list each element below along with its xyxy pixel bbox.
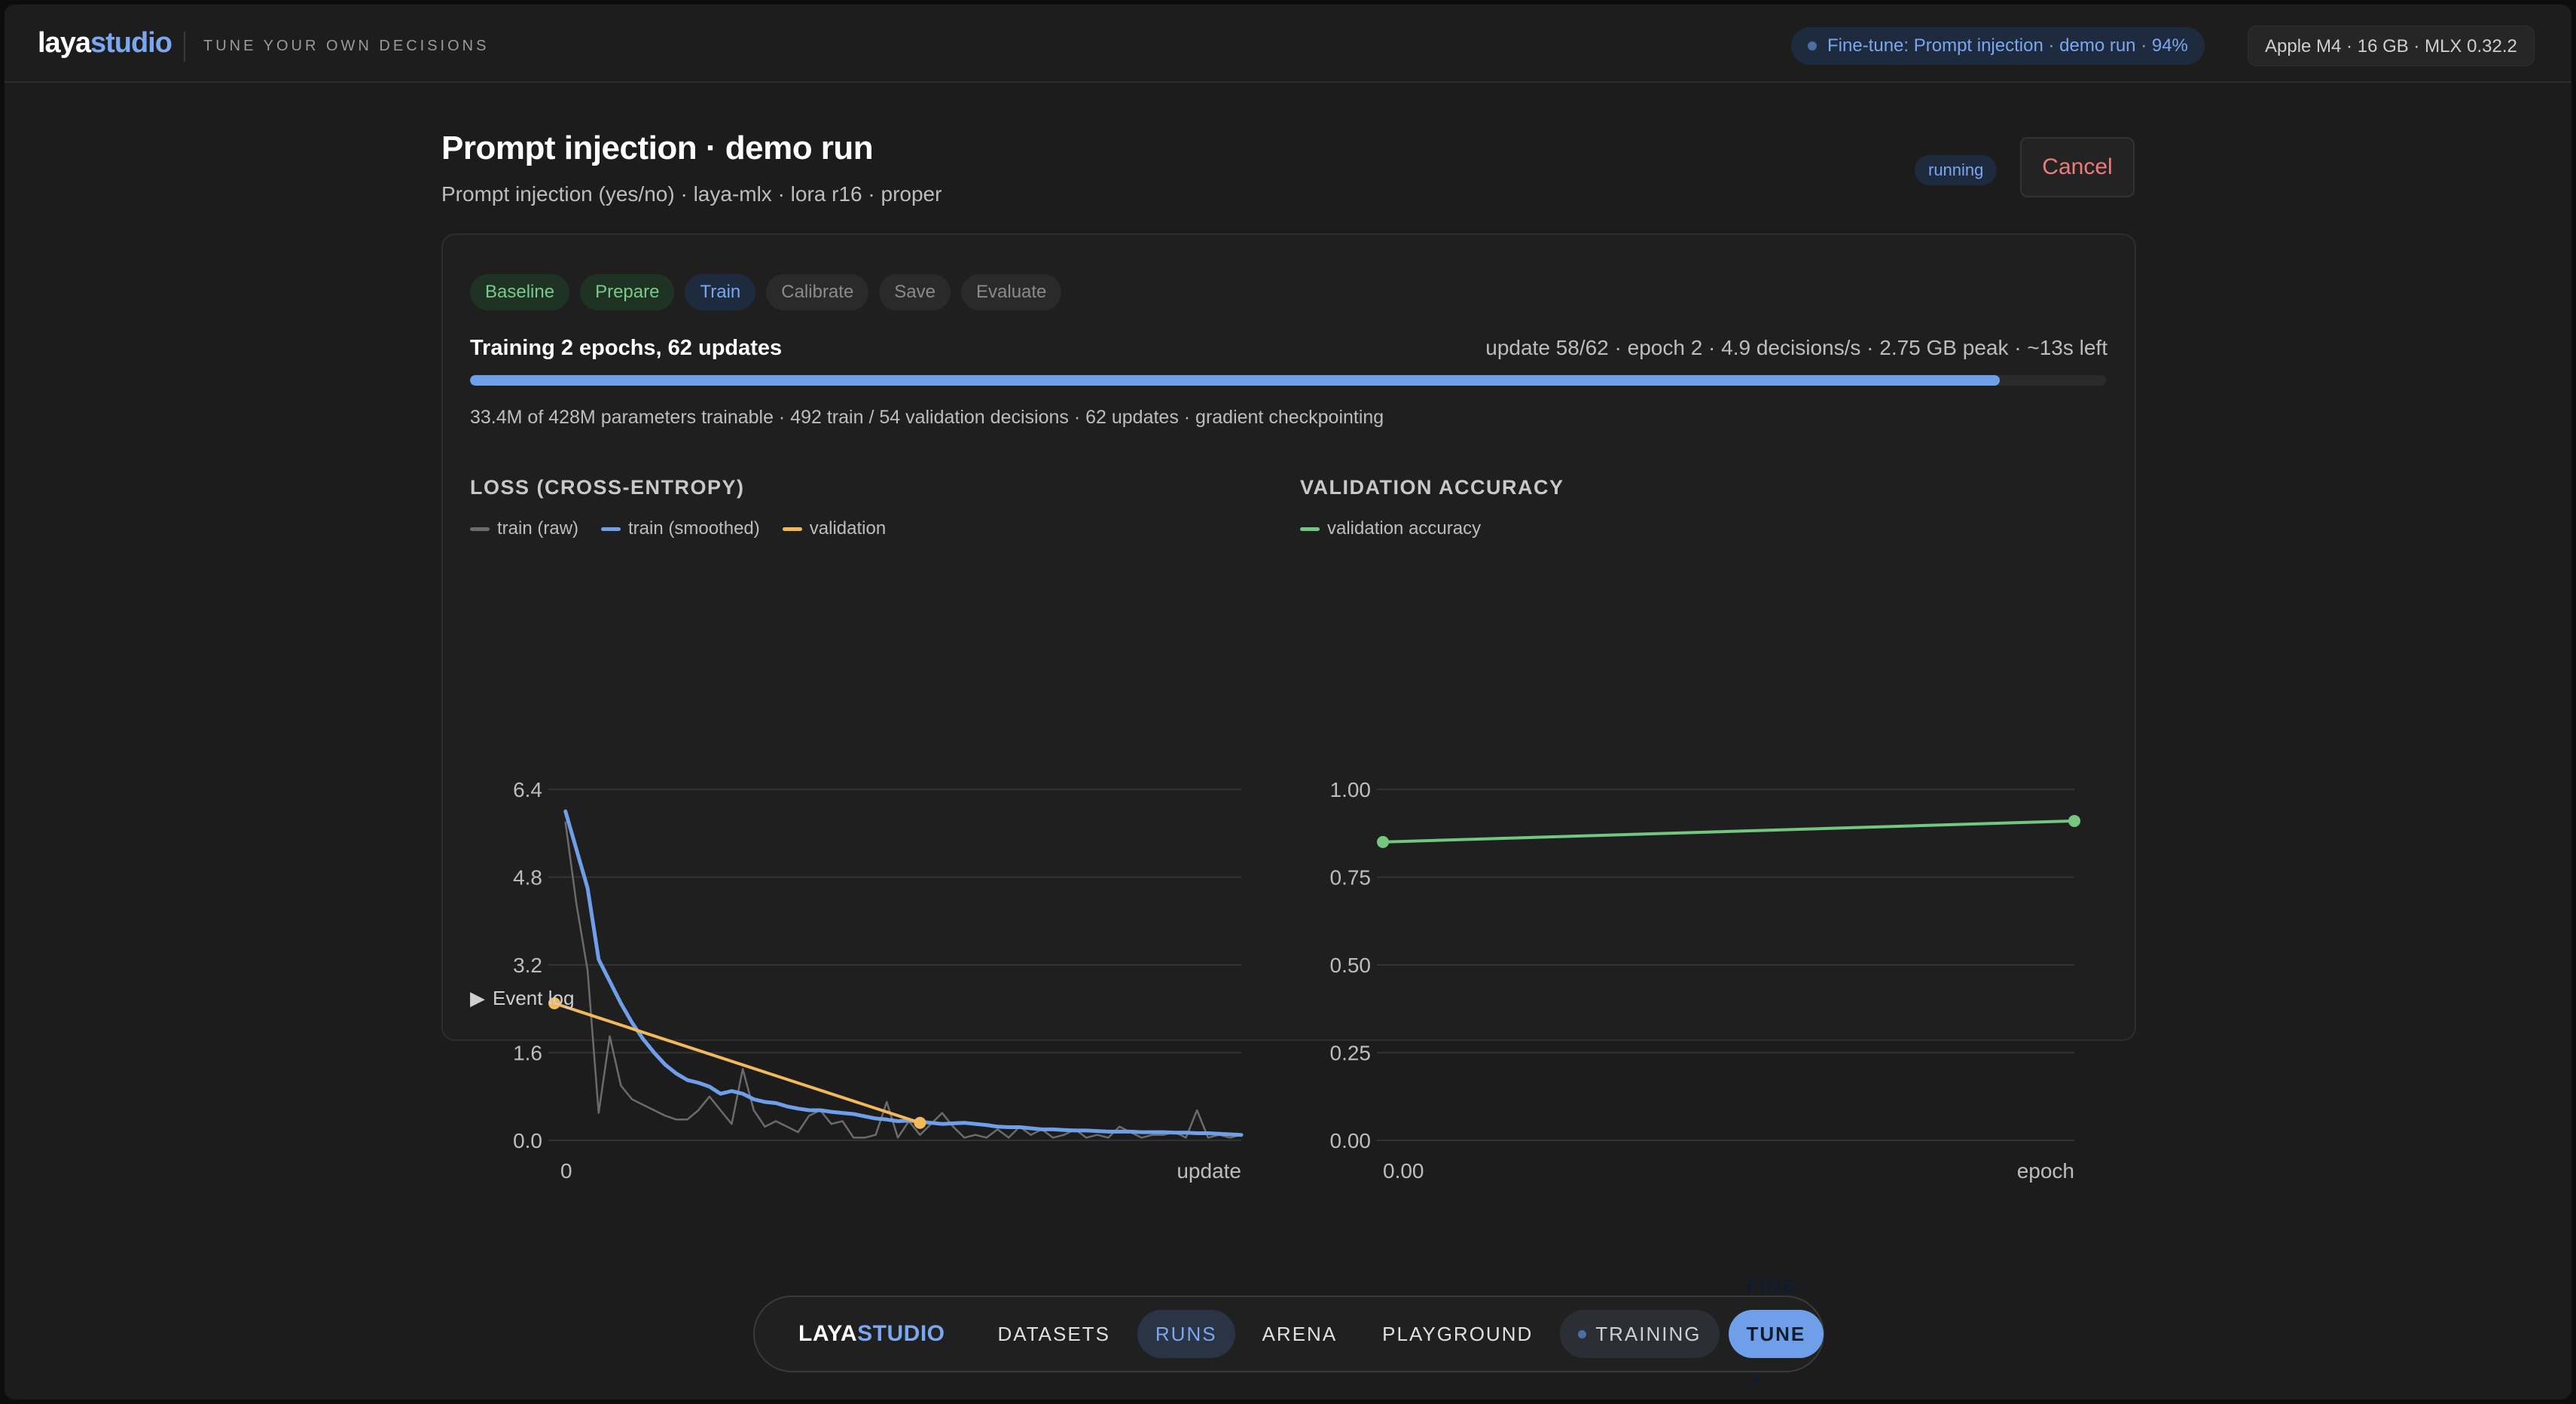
nav-brand[interactable]: LAYASTUDIO: [798, 1321, 945, 1347]
progress-bar: [470, 375, 2106, 386]
nav-datasets[interactable]: DATASETS: [980, 1310, 1128, 1358]
status-badge: running: [1915, 155, 1998, 185]
y-tick-label: 3.2: [513, 954, 542, 977]
page-title: Prompt injection · demo run: [441, 130, 874, 166]
loss-chart-title: LOSS (CROSS-ENTROPY): [470, 476, 745, 499]
app-window: layastudio TUNE YOUR OWN DECISIONS Fine-…: [5, 5, 2571, 1399]
top-bar: layastudio TUNE YOUR OWN DECISIONS Fine-…: [5, 5, 2571, 83]
x-axis-label: epoch: [2017, 1159, 2074, 1183]
step-calibrate[interactable]: Calibrate: [766, 274, 869, 310]
nav-arena[interactable]: ARENA: [1244, 1310, 1356, 1358]
disclosure-triangle-icon: ▶: [470, 987, 485, 1009]
cancel-button[interactable]: Cancel: [2020, 137, 2135, 197]
accuracy-chart: 1.00 0.75 0.50 0.25 0.00 0.00 epoch: [1330, 778, 2080, 1183]
finetune-status-pill[interactable]: Fine-tune: Prompt injection · demo run ·…: [1791, 27, 2205, 65]
step-prepare[interactable]: Prepare: [580, 274, 675, 310]
y-tick-label: 4.8: [513, 866, 542, 890]
loss-chart: 6.4 4.8 3.2 1.6 0.0 0 update: [513, 778, 1244, 1183]
nav-brand-studio: STUDIO: [857, 1321, 945, 1346]
step-baseline[interactable]: Baseline: [470, 274, 570, 310]
step-evaluate[interactable]: Evaluate: [961, 274, 1062, 310]
y-tick-label: 0.50: [1330, 954, 1372, 977]
y-tick-label: 1.00: [1330, 778, 1372, 801]
nav-runs[interactable]: RUNS: [1137, 1310, 1235, 1358]
legend-swatch-train-raw: [470, 526, 490, 531]
y-tick-label: 0.0: [513, 1129, 542, 1152]
nav-brand-laya: LAYA: [798, 1321, 858, 1346]
data-point: [1377, 835, 1389, 848]
legend-swatch-train-smoothed: [601, 526, 621, 531]
brand-logo[interactable]: layastudio: [38, 27, 172, 60]
y-tick-label: 1.6: [513, 1042, 542, 1065]
legend-swatch-validation: [782, 526, 802, 531]
series-line-validation-accuracy: [1381, 819, 2076, 844]
status-dot-icon: [1808, 41, 1817, 50]
x-axis-label: update: [1177, 1159, 1241, 1183]
training-card: Baseline Prepare Train Calibrate Save Ev…: [441, 233, 2136, 1183]
progress-bar-fill: [470, 375, 2000, 386]
step-train[interactable]: Train: [685, 274, 756, 310]
nav-training[interactable]: TRAINING: [1560, 1310, 1720, 1358]
finetune-status-text: Fine-tune: Prompt injection · demo run ·…: [1827, 35, 2188, 56]
y-tick-label: 0.00: [1330, 1129, 1372, 1152]
pipeline-steps: Baseline Prepare Train Calibrate Save Ev…: [470, 274, 1062, 310]
brand-part-laya: laya: [38, 27, 91, 59]
series-line-validation: [553, 1002, 922, 1125]
tagline: TUNE YOUR OWN DECISIONS: [203, 38, 490, 54]
accuracy-chart-title: VALIDATION ACCURACY: [1300, 476, 1564, 499]
series-line-train-smoothed-: [563, 809, 1244, 1137]
brand-divider: [184, 32, 185, 62]
legend-swatch-validation-accuracy: [1300, 526, 1320, 531]
run-subtitle: Prompt injection (yes/no) · laya-mlx · l…: [441, 182, 942, 206]
finetune-button[interactable]: FINE-TUNE ↗: [1728, 1274, 1824, 1393]
nav-playground[interactable]: PLAYGROUND: [1364, 1310, 1551, 1358]
progress-detail: 33.4M of 428M parameters trainable · 492…: [470, 407, 1384, 428]
data-point: [914, 1116, 926, 1129]
data-point: [2068, 814, 2080, 827]
progress-stats: update 58/62 · epoch 2 · 4.9 decisions/s…: [1485, 336, 2107, 359]
y-tick-label: 6.4: [513, 778, 542, 801]
x-tick-label: 0: [560, 1159, 572, 1183]
step-save[interactable]: Save: [879, 274, 951, 310]
training-dot-icon: [1578, 1329, 1587, 1338]
brand-part-studio: studio: [90, 27, 172, 59]
bottom-nav: LAYASTUDIO DATASETS RUNS ARENA PLAYGROUN…: [753, 1274, 1824, 1393]
event-log-toggle[interactable]: ▶ Event log: [470, 987, 574, 1010]
device-info-badge: Apple M4 · 16 GB · MLX 0.32.2: [2248, 26, 2535, 66]
x-tick-label: 0.00: [1383, 1159, 1424, 1183]
y-tick-label: 0.75: [1330, 866, 1372, 890]
progress-title: Training 2 epochs, 62 updates: [470, 336, 783, 360]
nav-training-label: TRAINING: [1595, 1323, 1702, 1345]
event-log-label: Event log: [493, 987, 575, 1009]
y-tick-label: 0.25: [1330, 1042, 1372, 1065]
series-line-train-raw-: [564, 821, 1243, 1139]
